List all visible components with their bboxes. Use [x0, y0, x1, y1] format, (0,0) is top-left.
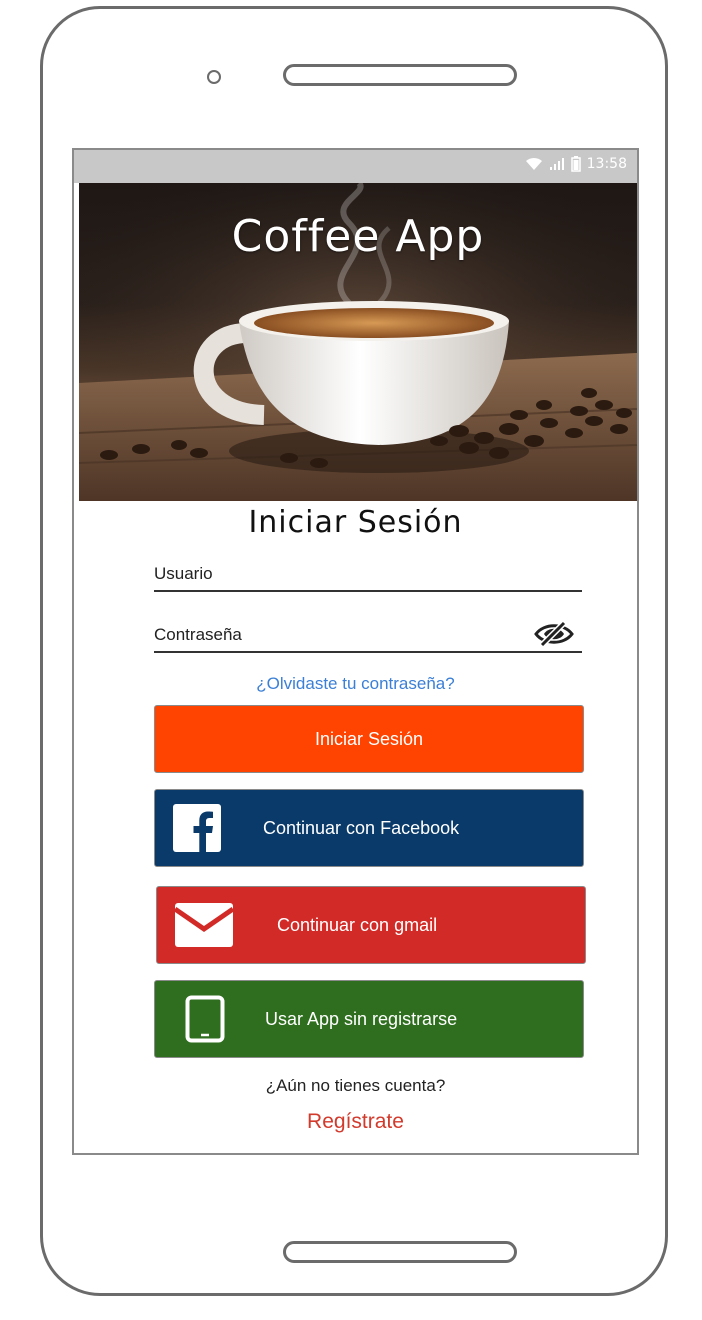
signal-icon	[549, 158, 564, 170]
password-placeholder: Contraseña	[154, 625, 242, 644]
facebook-button[interactable]: Continuar con Facebook	[154, 789, 584, 867]
guest-button-label: Usar App sin registrarse	[265, 1008, 458, 1029]
home-button[interactable]	[283, 1241, 517, 1263]
battery-icon	[570, 156, 581, 172]
guest-button[interactable]: Usar App sin registrarse	[154, 980, 584, 1058]
facebook-button-label: Continuar con Facebook	[263, 817, 460, 838]
username-field[interactable]: Usuario	[154, 556, 582, 592]
app-title: Coffee App	[231, 211, 485, 262]
mail-icon	[175, 903, 233, 947]
gmail-button[interactable]: Continuar con gmail	[156, 886, 586, 964]
wifi-icon	[525, 157, 542, 170]
tablet-icon	[185, 995, 225, 1043]
status-time: 13:58	[586, 156, 627, 172]
status-bar: 13:58	[74, 150, 637, 183]
speaker-grille	[283, 64, 517, 86]
no-account-text: ¿Aún no tienes cuenta?	[265, 1076, 446, 1095]
status-icons: 13:58	[525, 156, 627, 172]
register-link[interactable]: Regístrate	[74, 1110, 637, 1134]
eye-slash-icon[interactable]	[532, 619, 576, 649]
front-camera	[207, 70, 221, 84]
gmail-button-label: Continuar con gmail	[277, 914, 438, 935]
hero-image: Coffee App	[79, 183, 637, 501]
username-placeholder: Usuario	[154, 564, 213, 583]
login-button[interactable]: Iniciar Sesión	[154, 705, 584, 773]
login-button-label: Iniciar Sesión	[314, 728, 424, 749]
login-title: Iniciar Sesión	[248, 505, 463, 540]
facebook-icon	[173, 804, 221, 852]
password-field[interactable]: Contraseña	[154, 617, 582, 653]
phone-screen: 13:58 Coffee App Iniciar Sesión Usuario …	[72, 148, 639, 1155]
forgot-password-link[interactable]: ¿Olvidaste tu contraseña?	[74, 674, 637, 694]
